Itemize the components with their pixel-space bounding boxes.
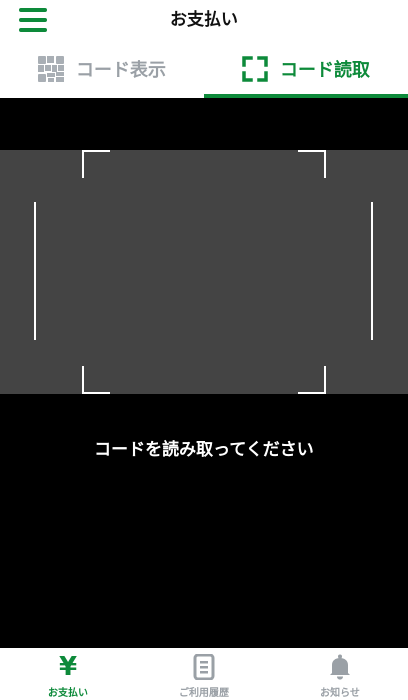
qr-code-icon xyxy=(38,56,64,82)
scan-guide-right xyxy=(371,202,373,340)
nav-notifications-label: お知らせ xyxy=(320,688,360,699)
nav-history-label: ご利用履歴 xyxy=(179,688,229,699)
nav-payment[interactable]: ¥ お支払い xyxy=(0,648,136,700)
tab-bar: コード表示 コード読取 xyxy=(0,40,408,98)
scan-corner-top-right xyxy=(298,150,326,178)
history-icon xyxy=(193,654,215,680)
nav-payment-label: お支払い xyxy=(48,688,88,699)
nav-notifications[interactable]: お知らせ xyxy=(272,648,408,700)
scan-corner-bottom-right xyxy=(298,366,326,394)
tab-code-scan[interactable]: コード読取 xyxy=(204,40,408,98)
scan-corner-bottom-left xyxy=(82,366,110,394)
scan-frame-icon xyxy=(242,56,268,82)
bottom-navigation: ¥ お支払い ご利用履歴 お知らせ xyxy=(0,648,408,700)
scan-corner-top-left xyxy=(82,150,110,178)
nav-history[interactable]: ご利用履歴 xyxy=(136,648,272,700)
app-header: お支払い xyxy=(0,0,408,40)
scan-area xyxy=(0,150,408,394)
scan-guide-left xyxy=(34,202,36,340)
tab-code-scan-label: コード読取 xyxy=(280,60,370,81)
scan-instruction: コードを読み取ってください xyxy=(94,440,314,460)
page-title: お支払い xyxy=(170,10,238,30)
tab-code-display[interactable]: コード表示 xyxy=(0,40,204,98)
camera-viewfinder: コードを読み取ってください xyxy=(0,98,408,648)
yen-icon: ¥ xyxy=(58,652,78,682)
bell-icon xyxy=(330,654,350,680)
tab-code-display-label: コード表示 xyxy=(76,60,166,81)
